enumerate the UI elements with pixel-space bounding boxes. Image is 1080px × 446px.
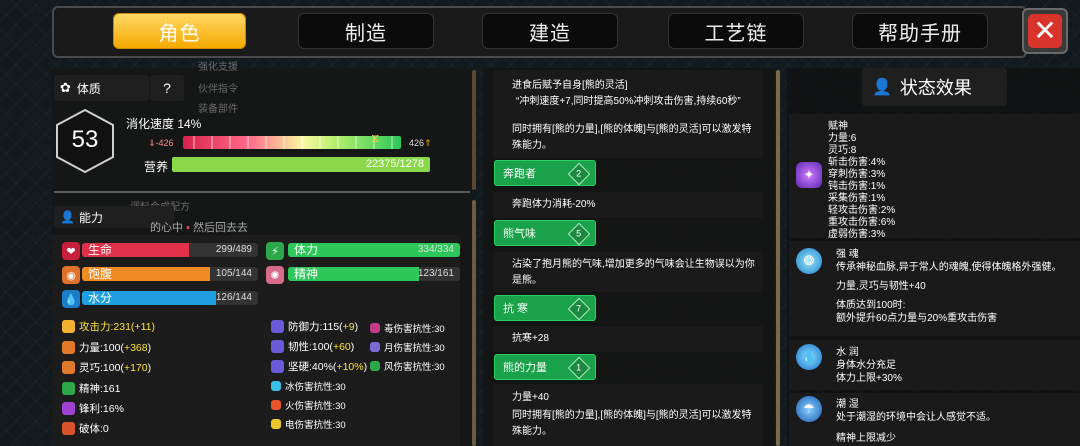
trait-bear-strength[interactable]: 熊的力量 1 [494, 354, 596, 380]
trait-desc: 奔跑体力消耗-20% [512, 199, 596, 210]
moon-resist-stat: 月伤害抗性:30 [370, 340, 445, 354]
bg-text: 强化支援 [198, 62, 238, 73]
strength-stat: 力量:100(+368) [62, 340, 151, 355]
damp-icon: ☂ [796, 396, 822, 422]
abilities-title: 能力 [78, 210, 103, 225]
arm-icon [62, 341, 75, 354]
water-icon: 💧 [796, 344, 822, 370]
fist-icon [62, 320, 75, 333]
spirit-stat: 精神:161 [62, 381, 120, 396]
abilities-scrollbar[interactable] [472, 200, 476, 446]
person-icon: 👤 [60, 210, 75, 224]
tab-character[interactable]: 角色 [113, 13, 246, 49]
break-icon [62, 422, 75, 435]
poison-icon [370, 323, 380, 333]
trait-desc: 殊能力。 [512, 426, 552, 437]
health-bar: 生命 299/489 [82, 243, 258, 257]
purple-spirit-icon: ✦ [796, 162, 822, 188]
nutrition-value: 22375/1278 [365, 158, 424, 170]
digest-min: ⇓-426 [148, 138, 174, 148]
digest-max: 426⇑ [409, 138, 432, 148]
bg-text: 伙伴指令 [198, 84, 238, 95]
soul-icon: ❂ [796, 248, 822, 274]
trait-desc: 是熊。 [512, 275, 542, 286]
lightning-icon: ⚡ [266, 242, 284, 260]
hand-icon [62, 361, 75, 374]
hardness-stat: 坚硬:40%(+10%) [271, 359, 367, 374]
trait-bear-scent[interactable]: 熊气味 5 [494, 220, 596, 246]
trait-scrollbar[interactable] [776, 70, 780, 446]
water-bar: 水分 126/144 [82, 291, 258, 305]
tab-building[interactable]: 建造 [482, 13, 618, 49]
effect-card [789, 340, 1080, 390]
effect-lines: 赋神 力量:6 灵巧:8 斩击伤害:4% 穿刺伤害:3% 钝击伤害:1% 采集伤害:1% 轻攻… [828, 121, 896, 240]
trait-desc: 沾染了抱月熊的气味,增加更多的气味会让生物误以为你 [512, 259, 755, 270]
help-button[interactable]: ? [150, 75, 184, 101]
moon-icon [370, 342, 380, 352]
shield-icon [271, 320, 284, 333]
pulse-icon [62, 382, 75, 395]
close-icon: ✕ [1028, 14, 1062, 48]
bg-text: 装备部件 [198, 104, 238, 115]
bg-text: 的心中 ▪ 然后回去去 [150, 222, 249, 234]
status-header: 👤 状态效果 [862, 68, 1007, 106]
digestion-bar [183, 136, 401, 149]
nutrition-label: 营养 [144, 160, 169, 174]
ice-resist-stat: 冰伤害抗性:30 [271, 379, 346, 393]
combo-line: 殊能力。 [512, 140, 552, 151]
dexterity-stat: 灵巧:100(+170) [62, 360, 151, 375]
stamina-bar: 体力 334/334 [288, 243, 460, 257]
constitution-header: ✿ 体质 [54, 75, 149, 101]
defense-stat: 防御力:115(+9) [271, 319, 358, 334]
brain-icon: ✺ [266, 266, 284, 284]
close-button[interactable]: ✕ [1022, 8, 1068, 54]
toughness-stat: 韧性:100(+60) [271, 339, 354, 354]
wind-icon [370, 361, 380, 371]
trait-runner[interactable]: 奔跑者 2 [494, 160, 596, 186]
trait-cold-resist[interactable]: 抗 寒7 [494, 295, 596, 321]
hardness-icon [271, 360, 284, 373]
left-scrollbar[interactable] [472, 70, 476, 190]
trait-desc: 力量+40 [512, 392, 549, 403]
attack-stat: 攻击力:231(+11) [62, 319, 155, 334]
wind-resist-stat: 风伤害抗性:30 [370, 359, 445, 373]
break-stat: 破体:0 [62, 421, 109, 436]
nutrition-bar: 22375/1278 [172, 157, 430, 172]
tab-crafting[interactable]: 制造 [298, 13, 434, 49]
fire-icon [271, 400, 281, 410]
divider [54, 191, 470, 193]
effect-lines: 强 魂传承神秘血脉,异于常人的魂魄,使得体魄格外强健。 力量,灵巧与韧性+40 体质… [836, 249, 1062, 324]
electric-resist-stat: 电伤害抗性:30 [271, 417, 346, 431]
effect-lines: 潮 湿处于潮湿的环境中会让人感觉不适。 精神上限减少 [836, 399, 996, 444]
toughness-icon [271, 340, 284, 353]
electric-icon [271, 419, 281, 429]
constitution-icon: ✿ [60, 80, 71, 95]
constitution-level: 53 [71, 126, 99, 153]
intro-line: “冲刺速度+7,同时提高50%冲刺攻击伤害,持续60秒” [516, 96, 741, 107]
fire-resist-stat: 火伤害抗性:30 [271, 398, 346, 412]
status-title: 状态效果 [899, 78, 972, 98]
trait-desc: 抗寒+28 [512, 333, 549, 344]
water-drop-icon: 💧 [62, 290, 80, 308]
tab-help-manual[interactable]: 帮助手册 [852, 13, 988, 49]
sharpness-stat: 锋利:16% [62, 401, 124, 416]
ice-icon [271, 381, 281, 391]
effect-lines: 水 润身体水分充足 体力上限+30% [836, 347, 902, 384]
meat-icon: ◉ [62, 266, 80, 284]
tab-craft-chain[interactable]: 工艺链 [668, 13, 804, 49]
constitution-title: 体质 [76, 81, 101, 96]
blade-icon [62, 402, 75, 415]
digestion-speed: 消化速度 14% [126, 117, 202, 131]
combo-line: 同时拥有[熊的力量],[熊的体魄]与[熊的灵活]可以激发特 [512, 124, 752, 135]
trait-desc: 同时拥有[熊的力量],[熊的体魄]与[熊的灵活]可以激发特 [512, 410, 752, 421]
person-icon: 👤 [872, 79, 892, 96]
heart-icon: ❤ [62, 242, 80, 260]
intro-line: 进食后赋予自身[熊的灵活] [512, 80, 628, 91]
poison-resist-stat: 毒伤害抗性:30 [370, 321, 445, 335]
digestion-marker-icon: ⧖ [371, 131, 380, 145]
hunger-bar: 饱腹 105/144 [82, 267, 258, 281]
spirit-bar: 精神 123/161 [288, 267, 460, 281]
